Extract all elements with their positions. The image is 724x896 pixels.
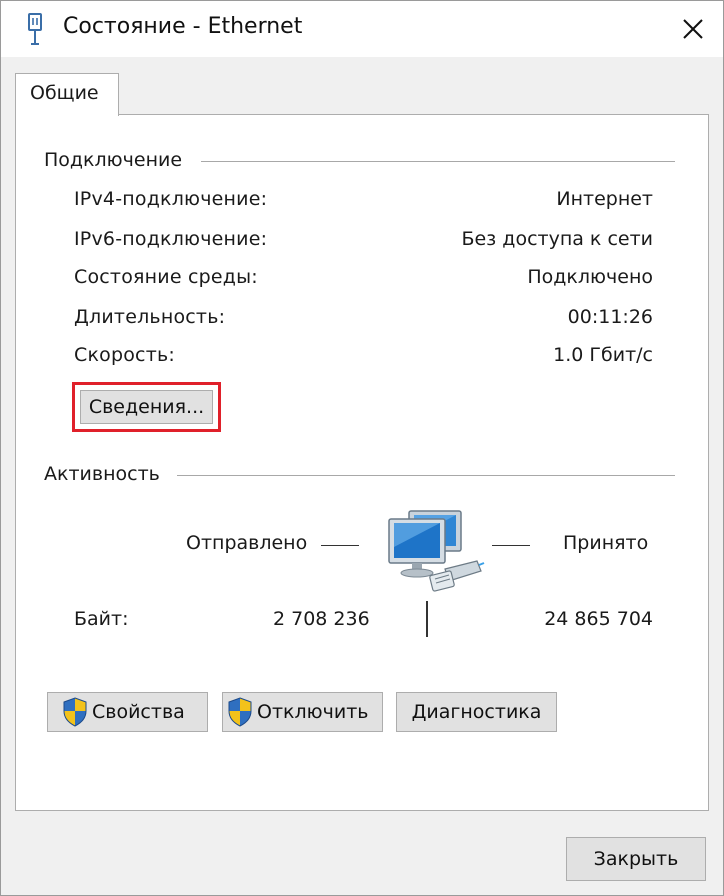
sent-label: Отправлено: [186, 532, 308, 554]
tab-label: Общие: [30, 82, 99, 104]
properties-button[interactable]: Свойства: [47, 692, 208, 732]
tab-general[interactable]: Общие: [15, 73, 119, 116]
activity-separator: [426, 601, 428, 637]
window-title: Состояние - Ethernet: [63, 14, 303, 39]
duration-value: 00:11:26: [567, 306, 653, 328]
bytes-sent-value: 2 708 236: [273, 608, 370, 630]
disable-button[interactable]: Отключить: [222, 692, 383, 732]
ipv4-value: Интернет: [556, 188, 653, 210]
network-computers-icon: [388, 510, 485, 592]
bytes-label: Байт:: [74, 608, 129, 630]
ipv6-label: IPv6-подключение:: [74, 228, 268, 250]
sent-dash: [321, 545, 359, 546]
activity-group-divider: [177, 475, 675, 476]
media-state-label: Состояние среды:: [74, 266, 258, 288]
ipv6-value: Без доступа к сети: [461, 228, 653, 250]
diagnose-button[interactable]: Диагностика: [396, 692, 557, 732]
disable-button-label: Отключить: [257, 701, 369, 723]
dialog-window: Состояние - Ethernet Общие Подключение I…: [0, 0, 724, 896]
activity-group-title: Активность: [44, 463, 160, 485]
connection-group-title: Подключение: [44, 149, 183, 171]
network-adapter-icon: [28, 13, 42, 45]
ipv4-label: IPv4-подключение:: [74, 188, 268, 210]
close-button[interactable]: Закрыть: [566, 837, 706, 881]
uac-shield-icon: [228, 697, 252, 727]
bytes-received-value: 24 865 704: [544, 608, 653, 630]
details-button[interactable]: Сведения...: [80, 390, 213, 424]
speed-value: 1.0 Гбит/с: [553, 344, 653, 366]
properties-button-label: Свойства: [92, 701, 185, 723]
speed-label: Скорость:: [74, 344, 175, 366]
close-window-button[interactable]: [663, 1, 723, 57]
title-bar: Состояние - Ethernet: [1, 1, 723, 57]
duration-label: Длительность:: [74, 306, 226, 328]
connection-group-divider: [201, 161, 675, 162]
close-icon: [683, 19, 703, 39]
uac-shield-icon: [63, 697, 87, 727]
received-dash: [492, 545, 530, 546]
received-label: Принято: [563, 532, 649, 554]
media-state-value: Подключено: [527, 266, 653, 288]
